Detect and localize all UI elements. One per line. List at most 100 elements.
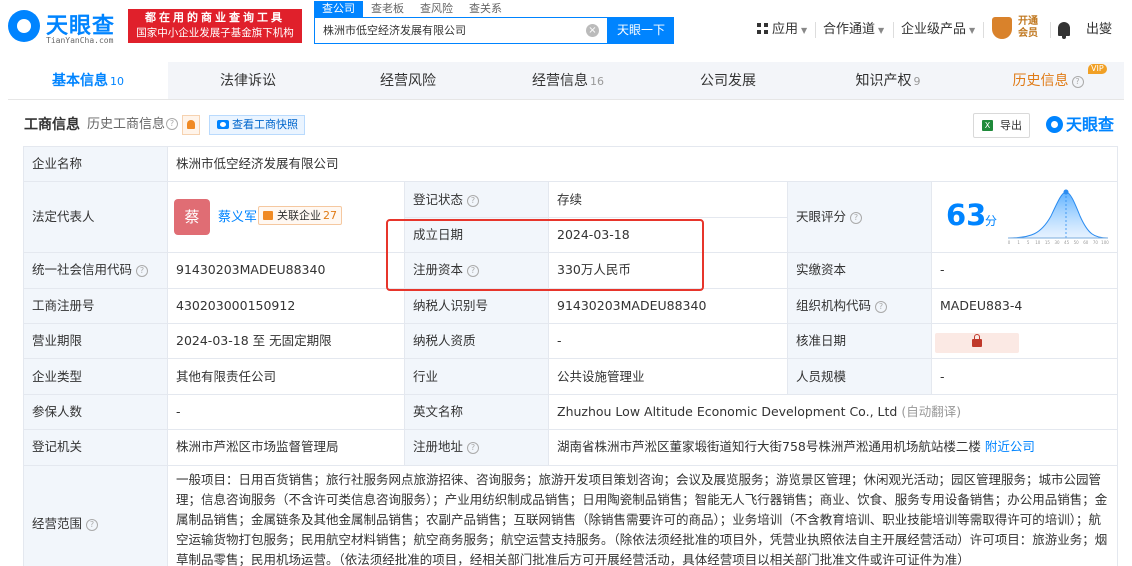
help-icon[interactable]: ?	[467, 265, 480, 278]
industry-label: 行业	[404, 358, 549, 395]
found-date-value: 2024-03-18	[548, 216, 788, 254]
logo-eye-icon	[1046, 116, 1063, 133]
authority-label: 登记机关	[23, 429, 168, 466]
diamond-icon	[992, 17, 1012, 39]
tianyancha-logo[interactable]: 天眼查 TianYanCha.com	[8, 6, 126, 50]
taxpayer-qual-value: -	[548, 322, 788, 360]
grid-icon	[757, 23, 768, 34]
history-business-info-link[interactable]: 历史工商信息	[87, 115, 165, 135]
scope-value: 一般项目：日用百货销售；旅行社服务网点旅游招徕、咨询服务；旅游开发项目策划咨询；…	[166, 464, 1119, 566]
score-tick-label: 5	[1027, 240, 1030, 245]
score-label: 天眼评分?	[787, 181, 932, 254]
logo-eye-icon	[8, 10, 40, 42]
tab-development[interactable]: 公司发展	[648, 62, 808, 99]
tab-business-risk[interactable]: 经营风险	[328, 62, 488, 99]
term-value: 2024-03-18 至 无固定期限	[167, 322, 405, 360]
tab-ip[interactable]: 知识产权 9	[808, 62, 968, 99]
credit-code-label: 统一社会信用代码?	[23, 252, 168, 289]
address-label: 注册地址?	[404, 429, 549, 466]
scope-label: 经营范围?	[23, 464, 168, 566]
insured-value: -	[167, 393, 405, 431]
tab-legal[interactable]: 法律诉讼	[168, 62, 328, 99]
nearby-companies-link[interactable]: 附近公司	[985, 439, 1035, 454]
tab-history[interactable]: 历史信息? VIP	[968, 62, 1128, 99]
search-input[interactable]: 株洲市低空经济发展有限公司 ×	[314, 17, 608, 44]
vip-badge: VIP	[1088, 64, 1107, 74]
score-tick-label: 30	[1054, 240, 1060, 245]
flag-icon	[263, 211, 273, 220]
user-name[interactable]: 出燮	[1086, 19, 1112, 41]
table-row: 工商注册号 430203000150912 纳税人识别号 91430203MAD…	[23, 287, 1119, 324]
vip-text: 开通 会员	[1018, 16, 1038, 39]
industry-value: 公共设施管理业	[548, 358, 788, 395]
snapshot-button[interactable]: 查看工商快照	[209, 115, 305, 135]
score-unit: 分	[985, 214, 998, 228]
help-icon[interactable]: ?	[166, 118, 178, 130]
related-companies-button[interactable]: 关联企业 27	[258, 206, 342, 225]
biz-reg-no-value: 430203000150912	[167, 287, 405, 324]
address-value: 湖南省株洲市芦淞区董家塅街道知行大街758号株洲芦淞通用机场航站楼二楼 附近公司	[547, 429, 1119, 466]
search-button[interactable]: 天眼一下	[608, 17, 674, 44]
reg-capital-label: 注册资本?	[404, 252, 549, 289]
detail-tabs: 基本信息 10 法律诉讼 经营风险 经营信息 16 公司发展 知识产权 9 历史信息?…	[8, 62, 1124, 100]
help-icon[interactable]: ?	[875, 300, 888, 313]
help-icon[interactable]: ?	[136, 265, 149, 278]
score-tick-label: 100	[1101, 240, 1109, 245]
help-icon[interactable]: ?	[467, 442, 480, 455]
chevron-down-icon: ▼	[969, 26, 976, 35]
table-row: 登记机关 株洲市芦淞区市场监督管理局 注册地址? 湖南省株洲市芦淞区董家塅街道知…	[23, 429, 1119, 466]
tab-business-info[interactable]: 经营信息 16	[488, 62, 648, 99]
banner-line-1: 都在用的商业查询工具	[145, 11, 285, 24]
score-tick-label: 50	[1074, 240, 1080, 245]
table-row: 企业名称 株洲市低空经济发展有限公司	[23, 145, 1119, 183]
promo-banner[interactable]: 都在用的商业查询工具 国家中小企业发展子基金旗下机构	[128, 9, 302, 43]
auto-translate-note: (自动翻译)	[901, 403, 962, 419]
legal-rep-label: 法定代表人	[23, 181, 168, 254]
chevron-down-icon: ▼	[801, 26, 808, 35]
staff-value: -	[930, 358, 1119, 395]
search-tab-boss[interactable]: 查老板	[363, 1, 412, 17]
lock-icon	[972, 334, 982, 347]
clear-icon[interactable]: ×	[586, 24, 599, 37]
divider	[1050, 22, 1051, 38]
legal-rep-name-link[interactable]: 蔡义军	[218, 206, 257, 225]
company-name-value: 株洲市低空经济发展有限公司	[166, 145, 1119, 183]
term-label: 营业期限	[23, 322, 168, 360]
en-name-value: Zhuzhou Low Altitude Economic Developmen…	[547, 393, 1119, 431]
table-row: 企业类型 其他有限责任公司 行业 公共设施管理业 人员规模 -	[23, 358, 1119, 395]
monitor-bell-icon[interactable]	[182, 115, 200, 135]
export-button[interactable]: X 导出	[973, 113, 1030, 138]
insured-label: 参保人数	[23, 393, 168, 431]
nav-apps-label: 应用	[772, 22, 799, 37]
nav-partner-label: 合作通道	[823, 22, 876, 37]
score-tick-label: 70	[1093, 240, 1099, 245]
divider	[983, 22, 984, 38]
tab-basic-info[interactable]: 基本信息 10	[8, 62, 168, 99]
help-icon: ?	[1071, 76, 1084, 88]
locked-field[interactable]	[935, 333, 1019, 353]
search-tab-relation[interactable]: 查关系	[461, 1, 510, 17]
org-code-label: 组织机构代码?	[787, 287, 932, 324]
score-tick-label: 10	[1035, 240, 1041, 245]
help-icon[interactable]: ?	[86, 519, 99, 532]
en-name-label: 英文名称	[404, 393, 549, 431]
nav-apps[interactable]: 应用 ▼	[757, 19, 807, 41]
nav-enterprise[interactable]: 企业级产品 ▼	[901, 19, 975, 41]
avatar[interactable]: 蔡	[174, 199, 210, 235]
type-value: 其他有限责任公司	[167, 358, 405, 395]
export-label: 导出	[1000, 119, 1022, 132]
found-date-label: 成立日期	[404, 216, 549, 254]
vip-open-button[interactable]: 开通 会员	[992, 14, 1044, 44]
biz-reg-no-label: 工商注册号	[23, 287, 168, 324]
staff-label: 人员规模	[787, 358, 932, 395]
help-icon[interactable]: ?	[850, 212, 863, 225]
table-row: 经营范围? 一般项目：日用百货销售；旅行社服务网点旅游招徕、咨询服务；旅游开发项…	[23, 464, 1119, 566]
table-row: 参保人数 - 英文名称 Zhuzhou Low Altitude Economi…	[23, 393, 1119, 431]
nav-partner[interactable]: 合作通道 ▼	[823, 19, 884, 41]
reg-capital-value: 330万人民币	[548, 252, 788, 289]
search-tab-company[interactable]: 查公司	[314, 1, 363, 17]
bell-icon[interactable]	[1058, 22, 1070, 39]
help-icon[interactable]: ?	[467, 194, 480, 207]
company-name-label: 企业名称	[23, 145, 168, 183]
search-tab-risk[interactable]: 查风险	[412, 1, 461, 17]
